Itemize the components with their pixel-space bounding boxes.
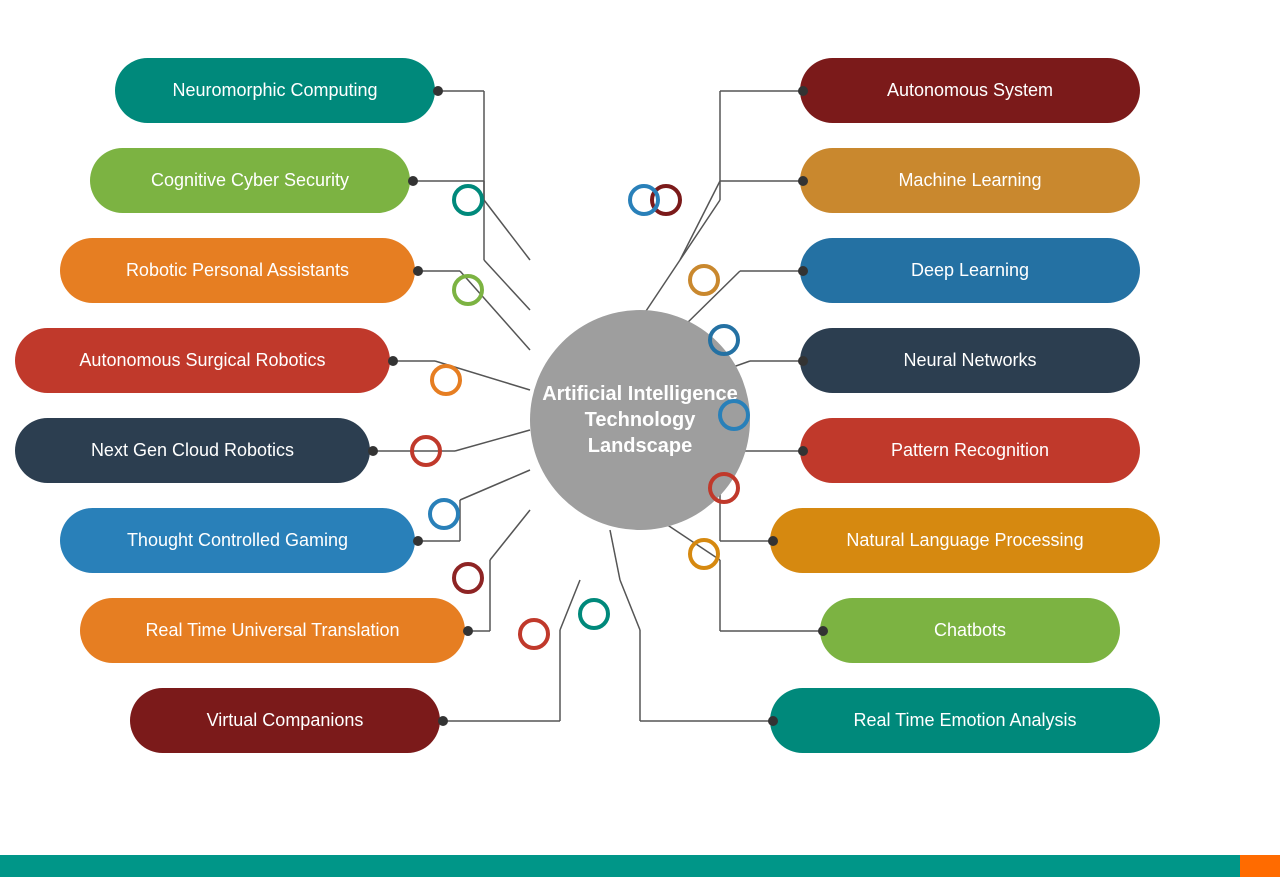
bottom-bar — [0, 855, 1280, 877]
node-surgical: Autonomous Surgical Robotics — [15, 328, 390, 393]
node-neural: Neural Networks — [800, 328, 1140, 393]
node-nlp: Natural Language Processing — [770, 508, 1160, 573]
node-emotion: Real Time Emotion Analysis — [770, 688, 1160, 753]
node-gaming: Thought Controlled Gaming — [60, 508, 415, 573]
node-pattern: Pattern Recognition — [800, 418, 1140, 483]
bottom-bar-orange — [1240, 855, 1280, 877]
node-cognitive: Cognitive Cyber Security — [90, 148, 410, 213]
node-translation: Real Time Universal Translation — [80, 598, 465, 663]
node-cloud-robotics: Next Gen Cloud Robotics — [15, 418, 370, 483]
node-autonomous: Autonomous System — [800, 58, 1140, 123]
node-deep: Deep Learning — [800, 238, 1140, 303]
node-robotic-pa: Robotic Personal Assistants — [60, 238, 415, 303]
node-ml: Machine Learning — [800, 148, 1140, 213]
diagram-container: Neuromorphic Computing Cognitive Cyber S… — [0, 0, 1280, 855]
node-companions: Virtual Companions — [130, 688, 440, 753]
node-chatbots: Chatbots — [820, 598, 1120, 663]
bottom-bar-teal — [0, 855, 1240, 877]
node-neuromorphic: Neuromorphic Computing — [115, 58, 435, 123]
